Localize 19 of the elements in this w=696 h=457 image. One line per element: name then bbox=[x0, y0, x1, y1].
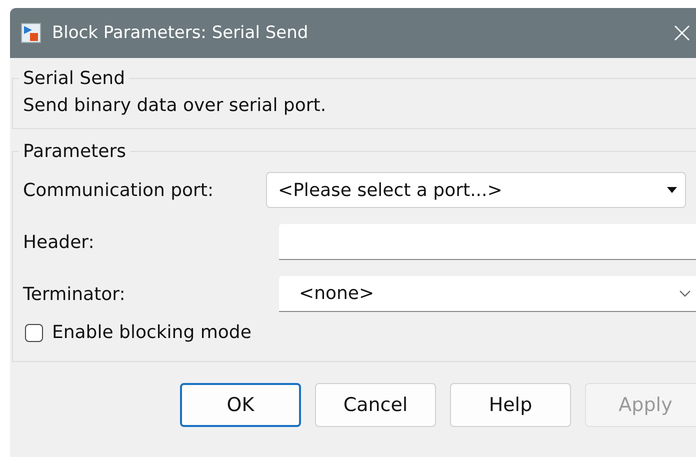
description-text: Send binary data over serial port. bbox=[23, 95, 328, 116]
dialog-button[interactable]: OK bbox=[180, 383, 301, 427]
chevron-icon bbox=[679, 290, 691, 297]
port-dropdown[interactable]: <Please select a port...> bbox=[266, 172, 686, 208]
field-label: Communication port: bbox=[23, 180, 215, 200]
window-title: Block Parameters: Serial Send bbox=[52, 23, 310, 43]
field-label: Terminator: bbox=[23, 284, 126, 304]
dialog-button[interactable]: Cancel bbox=[315, 383, 436, 427]
group-title: Parameters bbox=[22, 141, 128, 162]
group-title: Serial Send bbox=[22, 68, 126, 89]
block-icon bbox=[21, 23, 41, 43]
terminator-dropdown[interactable]: <none> bbox=[279, 276, 696, 312]
header-input-field[interactable] bbox=[279, 224, 696, 260]
field-label: Header: bbox=[23, 232, 96, 252]
checkbox-label: Enable blocking mode bbox=[52, 322, 252, 343]
dialog-button[interactable]: Help bbox=[450, 383, 571, 427]
checkbox[interactable] bbox=[25, 324, 43, 342]
caret-icon bbox=[667, 187, 677, 193]
close-icon[interactable] bbox=[674, 25, 690, 41]
